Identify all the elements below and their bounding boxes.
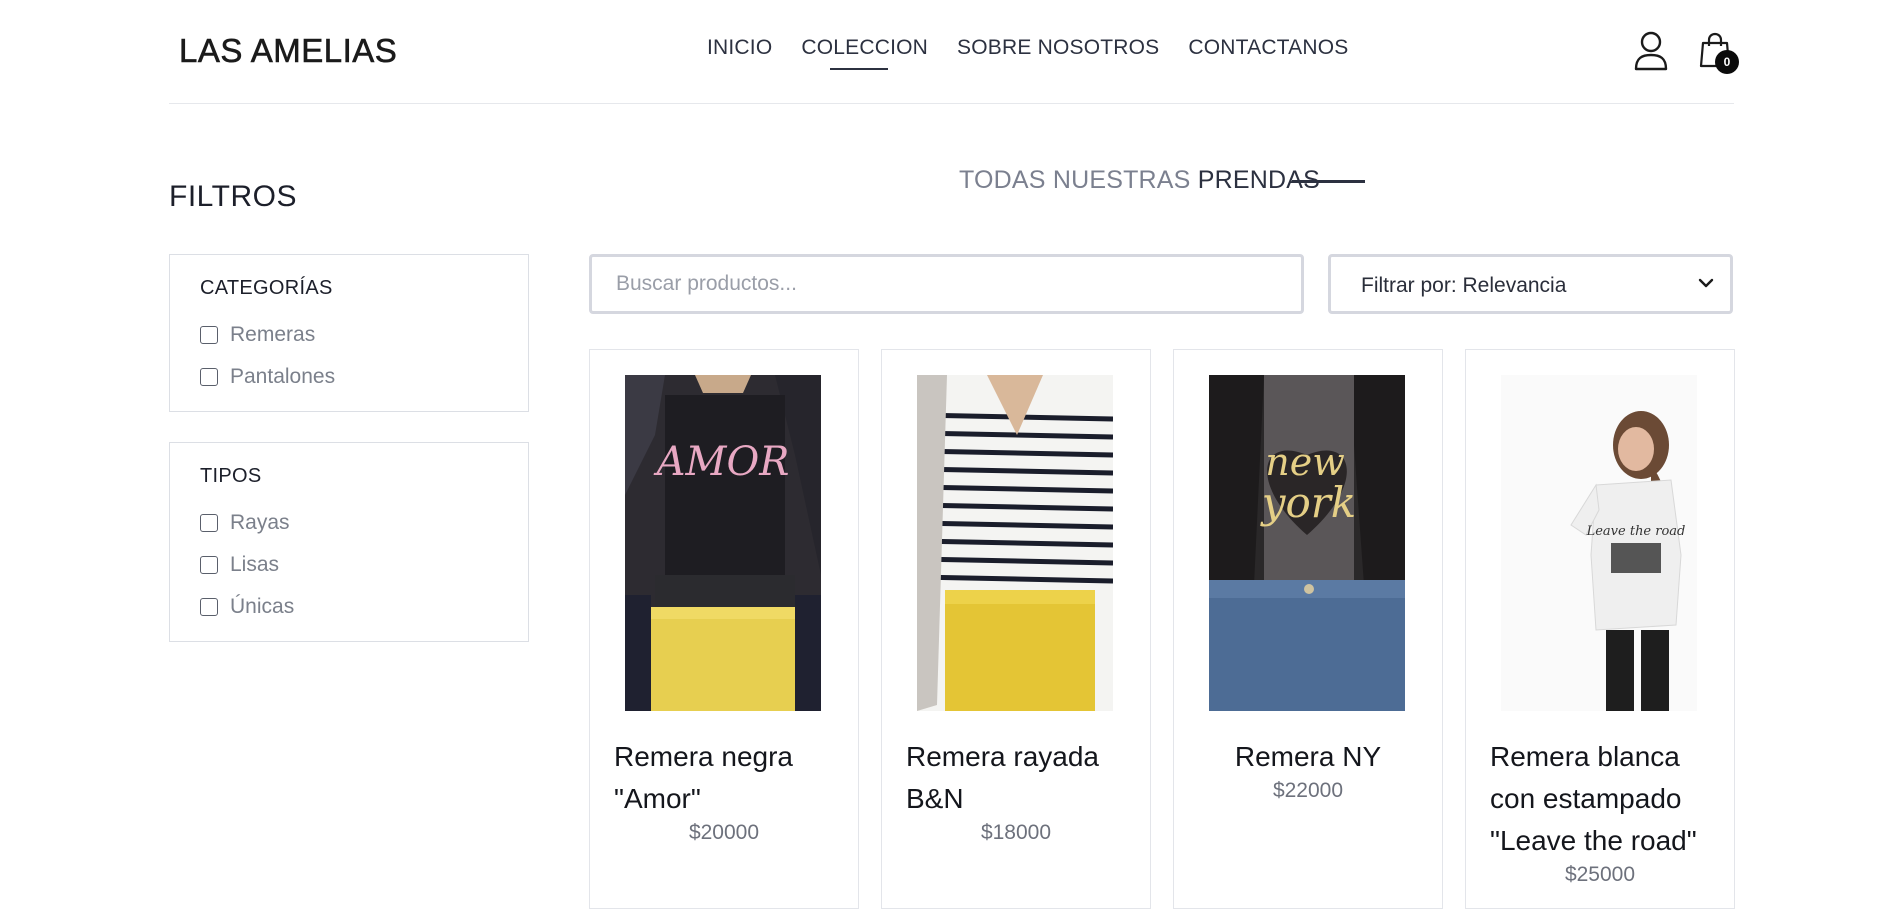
svg-text:Leave the road: Leave the road	[1586, 524, 1686, 539]
search-input[interactable]	[589, 254, 1304, 314]
product-image[interactable]	[917, 375, 1113, 711]
filter-option-lisas[interactable]: Lisas	[200, 544, 498, 586]
section-title-underline	[1292, 180, 1365, 183]
cart-count-badge: 0	[1715, 50, 1739, 74]
filter-option-label: Únicas	[230, 595, 295, 618]
cart-button[interactable]: 0	[1699, 32, 1739, 74]
checkbox[interactable]	[200, 598, 218, 616]
site-header: LAS AMELIAS INICIO COLECCION SOBRE NOSOT…	[169, 0, 1739, 104]
filter-option-remeras[interactable]: Remeras	[200, 314, 498, 356]
svg-text:york: york	[1260, 478, 1357, 527]
section-title: TODAS NUESTRAS PRENDAS	[959, 166, 1320, 195]
product-price: $18000	[980, 821, 1052, 844]
svg-text:AMOR: AMOR	[653, 439, 790, 485]
categories-filter: CATEGORÍAS Remeras Pantalones	[169, 254, 529, 412]
types-heading: TIPOS	[200, 465, 262, 487]
filter-option-label: Pantalones	[230, 365, 336, 388]
filters-title: FILTROS	[169, 180, 297, 213]
checkbox[interactable]	[200, 368, 218, 386]
product-price: $22000	[1272, 779, 1344, 802]
product-name[interactable]: Remera negra "Amor"	[614, 736, 842, 820]
account-button[interactable]	[1633, 30, 1669, 72]
brand-logo[interactable]: LAS AMELIAS	[179, 32, 397, 70]
main-nav: INICIO COLECCION SOBRE NOSOTROS CONTACTA…	[707, 36, 1377, 70]
product-name[interactable]: Remera blanca con estampado "Leave the r…	[1490, 736, 1718, 862]
sort-selected-value: Filtrar por: Relevancia	[1361, 274, 1567, 297]
section-title-light: TODAS NUESTRAS	[959, 166, 1198, 194]
product-card[interactable]: new york Remera NY $22000	[1173, 349, 1443, 909]
product-name[interactable]: Remera rayada B&N	[906, 736, 1134, 820]
chevron-down-icon	[1698, 278, 1714, 288]
product-card[interactable]: Remera rayada B&N $18000	[881, 349, 1151, 909]
filter-option-rayas[interactable]: Rayas	[200, 502, 498, 544]
sort-select[interactable]: Filtrar por: Relevancia	[1328, 254, 1733, 314]
nav-contactanos[interactable]: CONTACTANOS	[1188, 36, 1348, 60]
nav-coleccion[interactable]: COLECCION	[801, 36, 928, 70]
filter-option-label: Rayas	[230, 511, 290, 534]
nav-sobre-nosotros[interactable]: SOBRE NOSOTROS	[957, 36, 1159, 60]
checkbox[interactable]	[200, 514, 218, 532]
product-image[interactable]: Leave the road	[1501, 375, 1697, 711]
nav-inicio[interactable]: INICIO	[707, 36, 772, 60]
checkbox[interactable]	[200, 326, 218, 344]
product-price: $25000	[1564, 863, 1636, 886]
product-image[interactable]: AMOR	[625, 375, 821, 711]
product-card[interactable]: Leave the road Remera blanca con estampa…	[1465, 349, 1735, 909]
product-image[interactable]: new york	[1209, 375, 1405, 711]
filter-option-pantalones[interactable]: Pantalones	[200, 356, 498, 398]
categories-heading: CATEGORÍAS	[200, 277, 333, 299]
filter-option-unicas[interactable]: Únicas	[200, 586, 498, 628]
checkbox[interactable]	[200, 556, 218, 574]
types-filter: TIPOS Rayas Lisas Únicas	[169, 442, 529, 642]
filter-option-label: Remeras	[230, 323, 316, 346]
filter-option-label: Lisas	[230, 553, 280, 576]
product-card[interactable]: AMOR Remera negra "Amor" $20000	[589, 349, 859, 909]
user-icon	[1634, 31, 1668, 71]
product-name[interactable]: Remera NY	[1174, 736, 1442, 778]
product-price: $20000	[688, 821, 760, 844]
